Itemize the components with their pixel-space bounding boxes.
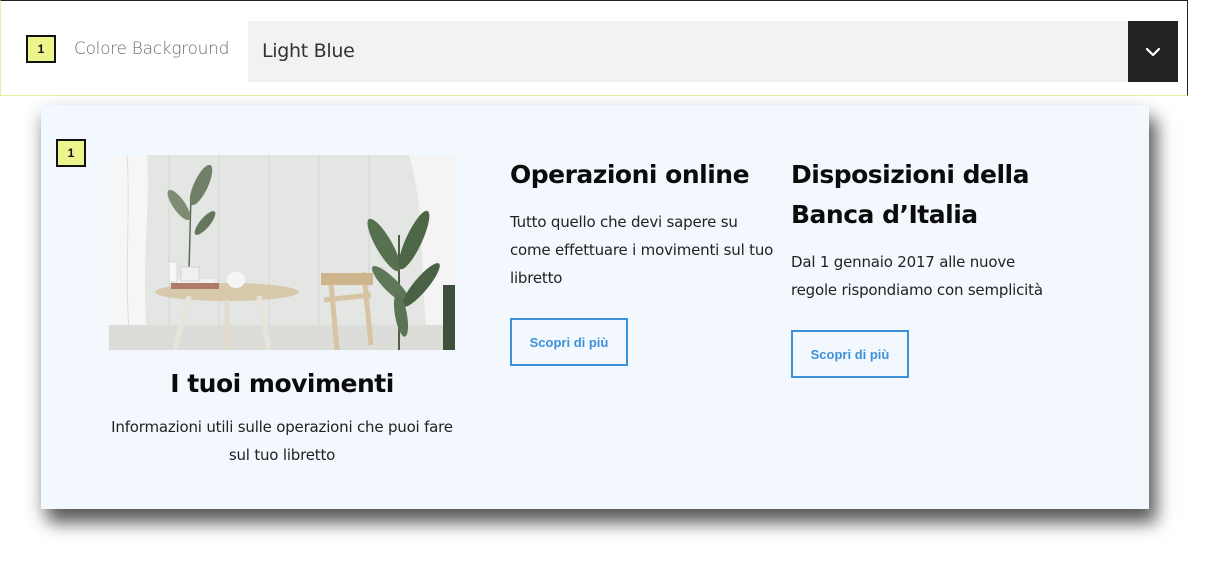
card2-text: Tutto quello che devi sapere su come eff… bbox=[510, 213, 774, 287]
select-toggle-button[interactable] bbox=[1128, 21, 1178, 82]
card1-text: Informazioni utili sulle operazioni che … bbox=[111, 418, 453, 464]
card3-text: Dal 1 gennaio 2017 alle nuove regole ris… bbox=[791, 253, 1043, 299]
control-label: Colore Background bbox=[74, 39, 230, 59]
background-color-control: 1 Colore Background Light Blue bbox=[0, 0, 1188, 96]
card2-title: Operazioni online bbox=[510, 160, 750, 189]
preview-panel: 1 I tuoi movimenti Informazioni utili su… bbox=[41, 105, 1149, 509]
card3-cta-button[interactable]: Scopri di più bbox=[791, 330, 909, 378]
card1-title: I tuoi movimenti bbox=[170, 369, 394, 398]
card3-title: Disposizioni della Banca d’Italia bbox=[791, 160, 1029, 229]
preview-badge: 1 bbox=[56, 139, 86, 167]
card2-cta-button[interactable]: Scopri di più bbox=[510, 318, 628, 366]
select-value: Light Blue bbox=[262, 40, 355, 62]
background-select[interactable]: Light Blue bbox=[248, 21, 1178, 82]
interior-photo bbox=[109, 155, 455, 350]
chevron-down-icon bbox=[1145, 47, 1161, 56]
step-badge: 1 bbox=[26, 35, 56, 63]
